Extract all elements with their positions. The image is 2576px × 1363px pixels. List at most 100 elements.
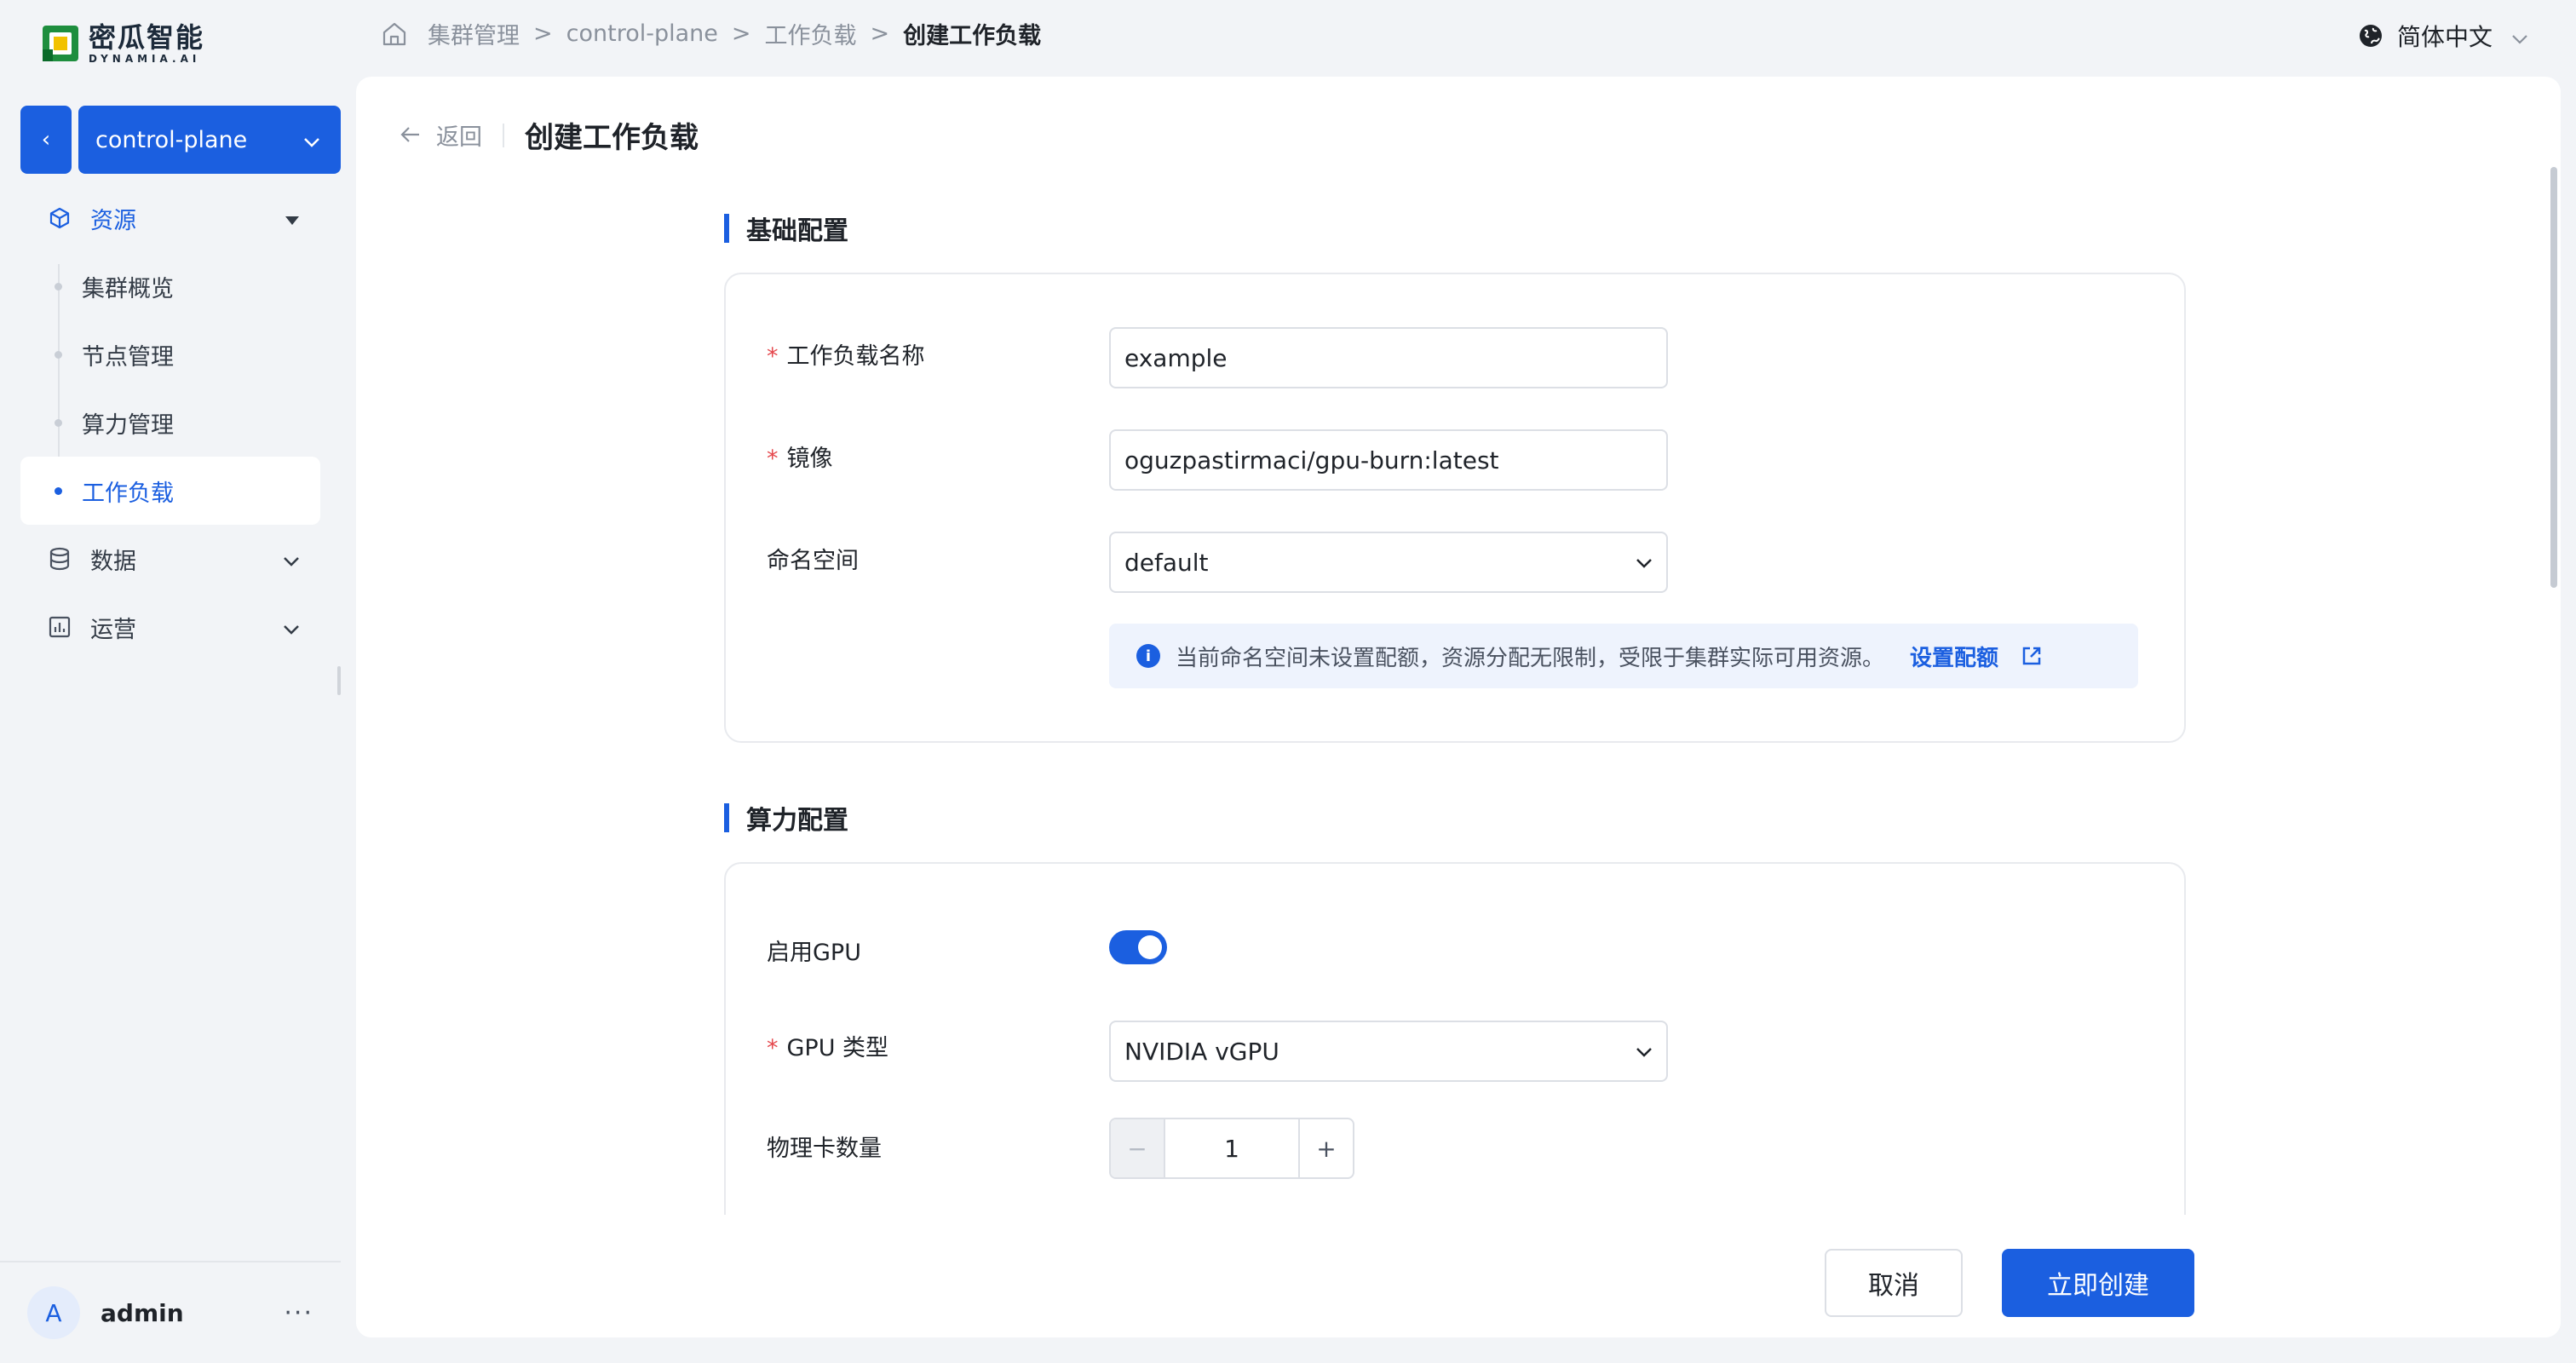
header-divider [503,123,504,147]
back-button[interactable]: 返回 [400,118,482,152]
breadcrumb-cluster[interactable]: control-plane [566,20,718,47]
topbar: 集群管理 > control-plane > 工作负载 > 创建工作负载 简体中… [341,0,2576,73]
label-text: GPU 类型 [786,1035,889,1061]
brand-name-cn: 密瓜智能 [89,21,205,54]
input-value: example [1124,343,1228,372]
decrement-button[interactable]: − [1111,1119,1165,1177]
home-icon[interactable] [380,20,409,49]
section-accent-bar [724,214,729,243]
nav-group-data[interactable]: 数据 [20,525,320,593]
database-icon [48,547,72,571]
breadcrumb: 集群管理 > control-plane > 工作负载 > 创建工作负载 [380,17,1041,50]
cube-icon [48,206,72,230]
more-options-button[interactable]: ··· [284,1298,313,1328]
gpu-type-select[interactable]: NVIDIA vGPU [1109,1021,1668,1082]
cluster-name: control-plane [95,126,248,153]
nav-group-label: 运营 [90,616,136,643]
caret-down-icon [285,205,300,232]
chevron-left-icon: ‹ [41,127,51,152]
increment-button[interactable]: + [1298,1119,1353,1177]
external-link-icon [2021,645,2043,667]
section-title-compute: 算力配置 [724,799,848,837]
chevron-down-icon [2511,22,2528,50]
melon-logo-icon [41,24,80,63]
section-title-basic: 基础配置 [724,210,848,247]
section-accent-bar [724,803,729,832]
card-count-stepper: − 1 + [1109,1118,1354,1179]
sidebar: 密瓜智能 DYNAMIA.AI ‹ control-plane 资源 集群概览 … [0,0,341,1363]
brand-name-en: DYNAMIA.AI [89,53,201,65]
nav-group-label: 数据 [90,548,136,575]
chevron-down-icon [283,614,300,641]
section-title-text: 算力配置 [746,806,848,836]
image-label: * 镜像 [767,440,833,473]
select-value: default [1124,548,1209,577]
workload-name-label: * 工作负载名称 [767,337,925,371]
create-button[interactable]: 立即创建 [2002,1249,2194,1317]
arrow-left-icon [400,121,421,149]
chevron-down-icon [1636,552,1653,573]
sidebar-item-workloads[interactable]: 工作负载 [20,457,320,525]
form-footer: 取消 立即创建 [356,1215,2561,1337]
breadcrumb-separator: > [533,20,553,47]
globe-icon [2358,23,2383,49]
user-name: admin [101,1298,184,1327]
breadcrumb-current: 创建工作负载 [903,23,1042,49]
info-icon: i [1136,644,1160,668]
page-title: 创建工作负载 [525,121,699,155]
gpu-enable-label: 启用GPU [767,940,861,966]
breadcrumb-cluster-management[interactable]: 集群管理 [428,17,520,50]
quota-info-alert: i 当前命名空间未设置配额，资源分配无限制，受限于集群实际可用资源。 设置配额 [1109,624,2138,688]
required-mark: * [767,446,779,472]
back-label: 返回 [436,124,482,151]
brand-logo[interactable]: 密瓜智能 DYNAMIA.AI [41,22,204,65]
card-count-label: 物理卡数量 [767,1136,882,1162]
resources-subnav: 集群概览 节点管理 算力管理 工作负载 [20,252,320,525]
sidebar-item-compute[interactable]: 算力管理 [20,388,320,457]
avatar[interactable]: A [27,1286,80,1339]
main-content: 返回 创建工作负载 基础配置 * 工作负载名称 example * 镜像 oguzp… [356,77,2561,1337]
breadcrumb-workloads[interactable]: 工作负载 [765,17,857,50]
nav-group-label: 资源 [90,207,136,234]
sidebar-nav: 资源 集群概览 节点管理 算力管理 工作负载 数据 运营 [20,184,320,661]
namespace-label: 命名空间 [767,548,859,574]
chevron-down-icon [1636,1041,1653,1062]
toggle-knob [1138,935,1162,959]
chevron-down-icon [303,127,320,153]
required-mark: * [767,1035,779,1061]
select-value: NVIDIA vGPU [1124,1037,1279,1066]
sidebar-item-cluster-overview[interactable]: 集群概览 [20,252,320,320]
collapse-back-button[interactable]: ‹ [20,106,72,174]
sidebar-resize-handle[interactable] [337,666,341,695]
label-text: 镜像 [786,446,833,472]
cluster-switcher: ‹ control-plane [20,106,341,174]
namespace-select[interactable]: default [1109,532,1668,593]
language-switcher[interactable]: 简体中文 [2358,19,2528,53]
input-value: oguzpastirmaci/gpu-burn:latest [1124,446,1499,474]
set-quota-link[interactable]: 设置配额 [1910,641,2043,672]
user-bar: A admin ··· [0,1261,341,1363]
nav-group-operations[interactable]: 运营 [20,593,320,661]
breadcrumb-separator: > [870,20,890,47]
label-text: 工作负载名称 [786,343,925,370]
vertical-scrollbar[interactable] [2550,167,2557,588]
section-title-text: 基础配置 [746,216,848,246]
sidebar-item-nodes[interactable]: 节点管理 [20,320,320,388]
required-mark: * [767,343,779,370]
link-text: 设置配额 [1910,645,1999,671]
quota-info-text: 当前命名空间未设置配额，资源分配无限制，受限于集群实际可用资源。 [1176,645,1885,671]
chevron-down-icon [283,546,300,572]
basic-config-panel: * 工作负载名称 example * 镜像 oguzpastirmaci/gpu-b… [724,273,2186,743]
card-count-value[interactable]: 1 [1165,1119,1298,1177]
breadcrumb-separator: > [731,20,751,47]
gpu-type-label: * GPU 类型 [767,1029,888,1062]
page-header: 返回 创建工作负载 [400,114,699,156]
gpu-enable-toggle[interactable] [1109,930,1167,964]
cancel-button[interactable]: 取消 [1825,1249,1963,1317]
language-label: 简体中文 [2396,23,2493,51]
image-input[interactable]: oguzpastirmaci/gpu-burn:latest [1109,429,1668,491]
workload-name-input[interactable]: example [1109,327,1668,388]
cluster-select[interactable]: control-plane [78,106,341,174]
nav-group-resources[interactable]: 资源 [20,184,320,252]
chart-icon [48,615,72,639]
